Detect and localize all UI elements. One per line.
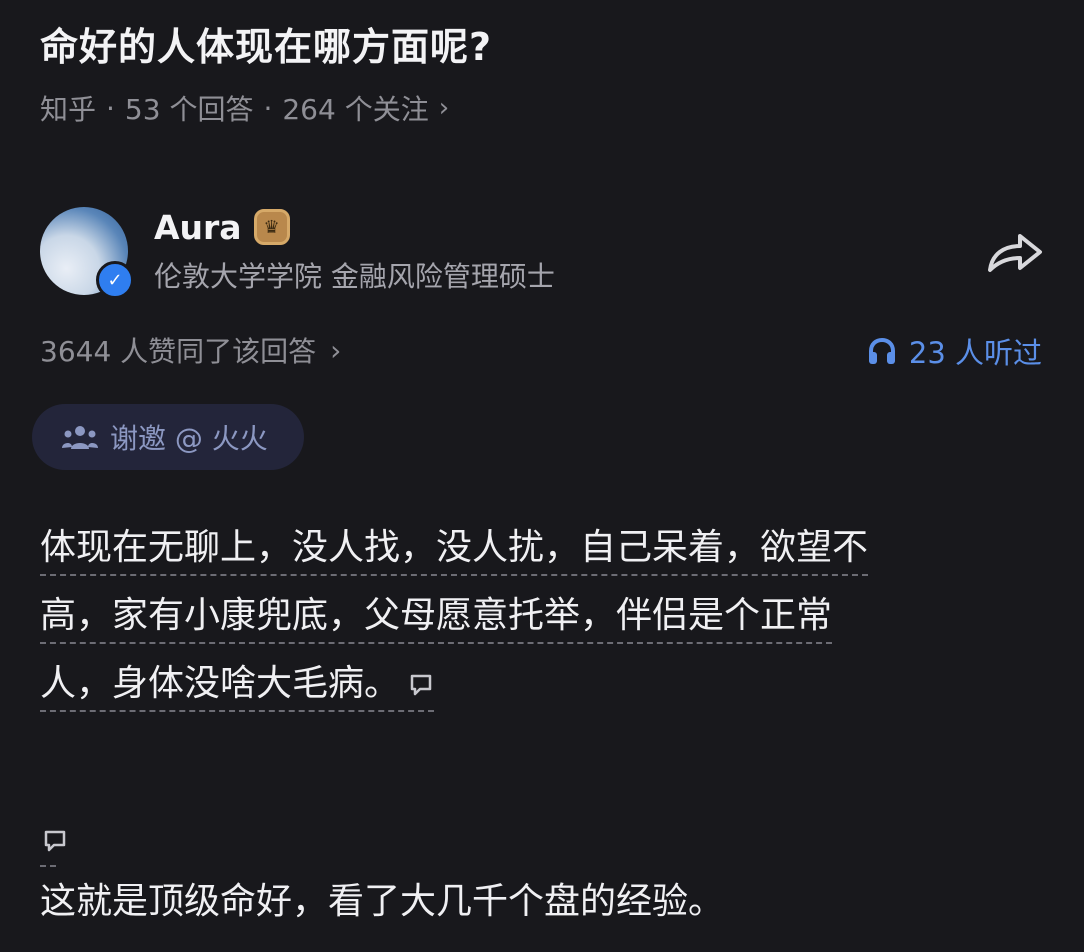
source-label: 知乎 xyxy=(40,93,97,126)
annotation-underline xyxy=(40,865,56,867)
share-button[interactable] xyxy=(982,226,1046,276)
listened-count: 23 人听过 xyxy=(908,336,1042,370)
author-text: Aura ♛ 伦敦大学学院 金融风险管理硕士 xyxy=(154,208,555,295)
invite-label: 谢邀 @ 火火 xyxy=(110,422,268,455)
answer-line[interactable]: 高，家有小康兜底，父母愿意托举，伴侣是个正常 xyxy=(40,590,833,644)
comment-bubble-icon[interactable] xyxy=(42,828,68,854)
invite-tag[interactable]: 谢邀 @ 火火 xyxy=(32,404,304,470)
answer-line[interactable]: 人，身体没啥大毛病。 xyxy=(40,658,435,712)
chevron-right-icon: › xyxy=(330,333,342,367)
share-arrow-icon xyxy=(988,234,1042,272)
author-name-row: Aura ♛ xyxy=(154,208,555,247)
follower-count: 264 个关注 xyxy=(282,93,429,126)
answer-body: 体现在无聊上，没人找，没人扰，自己呆着，欲望不 高，家有小康兜底，父母愿意托举，… xyxy=(40,516,1030,720)
avatar[interactable]: ✓ xyxy=(40,207,134,299)
meta-separator: · xyxy=(263,91,273,125)
chevron-right-icon: › xyxy=(438,93,450,123)
author-block[interactable]: ✓ Aura ♛ 伦敦大学学院 金融风险管理硕士 xyxy=(40,207,555,299)
headphones-icon xyxy=(868,337,895,364)
meta-separator: · xyxy=(106,91,115,125)
question-meta[interactable]: 知乎 · 53 个回答 · 264 个关注 › xyxy=(40,88,449,128)
question-title[interactable]: 命好的人体现在哪方面呢? xyxy=(40,16,492,71)
group-people-icon xyxy=(62,426,98,449)
verified-check-icon: ✓ xyxy=(96,261,134,299)
likes-summary[interactable]: 3644 人赞同了该回答 › xyxy=(40,330,341,370)
listen-summary[interactable]: 23 人听过 xyxy=(867,330,1042,372)
crown-icon[interactable]: ♛ xyxy=(253,209,290,245)
answer-second-paragraph: 这就是顶级命好，看了大几千个盘的经验。 xyxy=(40,881,725,922)
likes-count: 3644 人赞同了该回答 xyxy=(40,335,317,368)
comment-bubble-icon[interactable] xyxy=(408,672,434,698)
answer-count: 53 个回答 xyxy=(124,93,254,126)
author-description: 伦敦大学学院 金融风险管理硕士 xyxy=(154,259,555,293)
answer-page: 命好的人体现在哪方面呢? 知乎 · 53 个回答 · 264 个关注 › ✓ A… xyxy=(0,0,1084,952)
answer-line-text: 人，身体没啥大毛病。 xyxy=(40,663,401,704)
answer-line[interactable]: 体现在无聊上，没人找，没人扰，自己呆着，欲望不 xyxy=(40,522,869,576)
author-name[interactable]: Aura xyxy=(154,208,242,247)
